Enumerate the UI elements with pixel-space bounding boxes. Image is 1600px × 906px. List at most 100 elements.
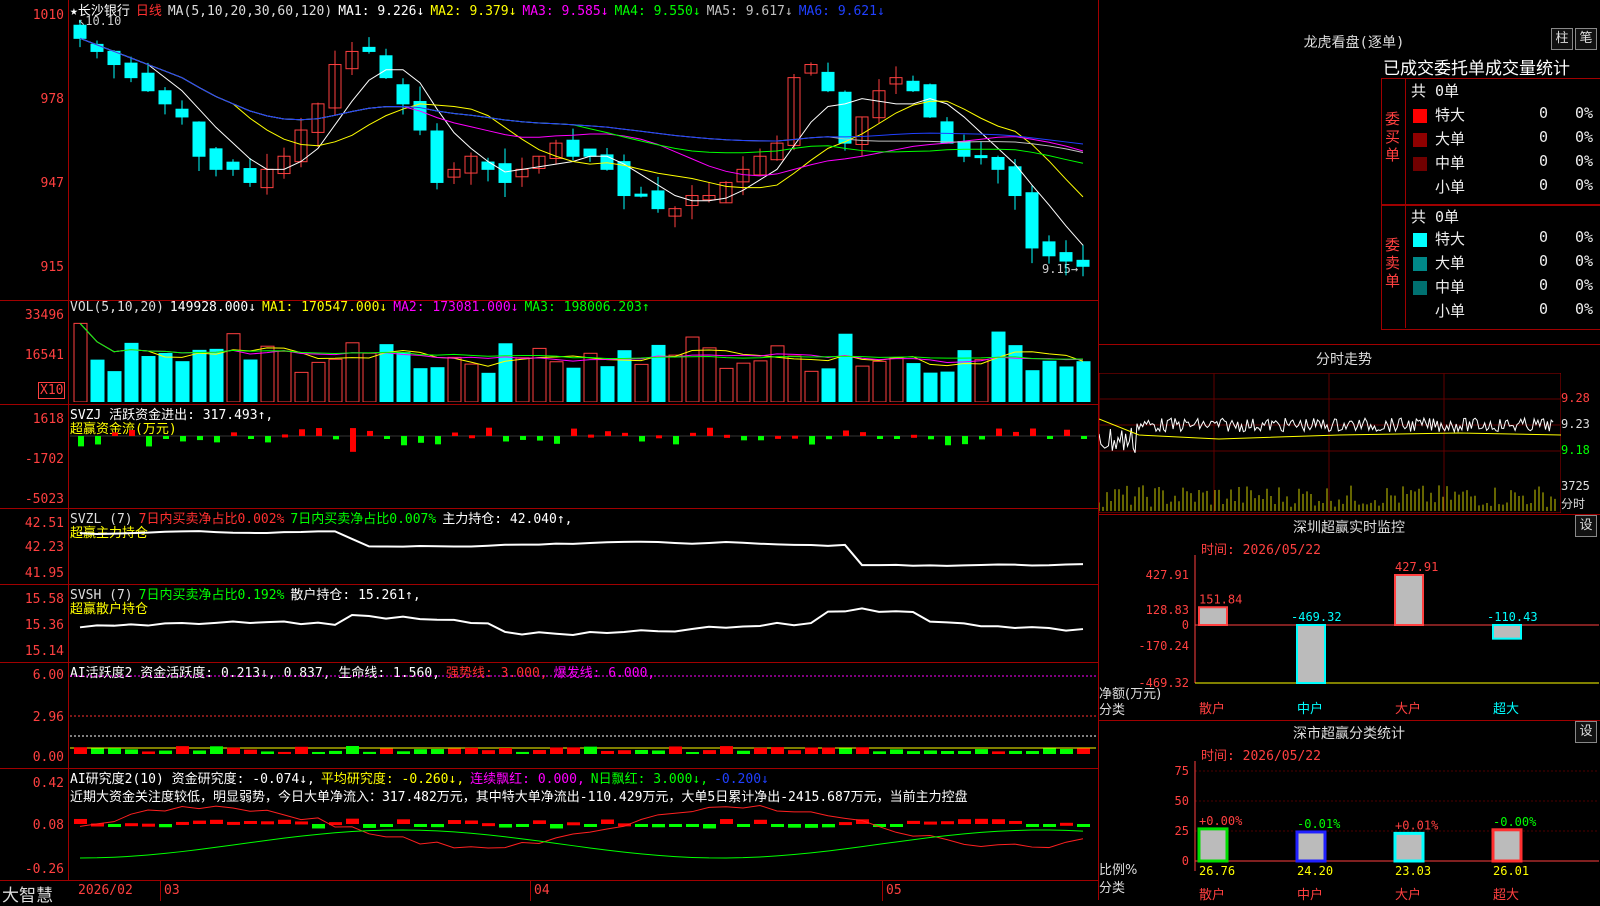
vol-value: 149928.000↓ [169, 300, 257, 315]
research-bar [992, 819, 1005, 824]
svzj-bar [656, 435, 662, 439]
volume-bar [498, 343, 513, 402]
activity-bar [210, 746, 223, 754]
candle-body [362, 46, 376, 52]
date-1: 2026/02 [78, 883, 133, 898]
ai-research-pane[interactable]: 0.42 0.08 -0.26 AI研究度2(10) 资金研究度: -0.074… [0, 768, 1098, 881]
period-label[interactable]: 日线 [136, 4, 162, 19]
buy-row-v: 0 [1539, 128, 1549, 146]
classify-axis-label: 25 [1175, 824, 1189, 838]
svzj-bar [537, 436, 543, 441]
activity-bar [482, 750, 495, 754]
svzj-bar [554, 436, 560, 444]
intraday-axis-2: 9.23 [1561, 417, 1590, 431]
buy-row-p: 0% [1575, 128, 1594, 146]
volume-chart [73, 322, 1091, 402]
buy-total: 共 0单 [1411, 82, 1460, 100]
monitor-bar-label: -110.43 [1487, 610, 1538, 624]
volume-bar [702, 347, 717, 402]
svzj-bar [333, 436, 339, 440]
svzj-bar [282, 434, 288, 438]
monitor-settings-button[interactable]: 设 [1575, 515, 1597, 537]
date-3: 04 [534, 883, 550, 898]
svzj-axis-3: -5023 [24, 492, 64, 507]
activity-bar [499, 748, 512, 754]
date-bar: 大智慧 2026/02 03 04 05 [0, 880, 1098, 906]
svzj-bar [486, 427, 492, 436]
kline-pane[interactable]: 1010 978 947 915 ★长沙银行 日线 MA(5,10,20,30,60… [0, 0, 1098, 301]
svzl-axis-2: 42.23 [24, 540, 64, 555]
intraday-panel[interactable]: 分时走势 9.28 9.23 9.18 3725 分时 [1099, 344, 1600, 515]
activity-bar [465, 747, 478, 754]
activity-bar [652, 750, 665, 754]
research-bar [1026, 824, 1039, 827]
buy-row-color-swatch [1413, 133, 1427, 147]
svzj-bar [435, 436, 441, 445]
sell-row-p: 0% [1575, 252, 1594, 270]
svzl-pane[interactable]: 42.51 42.23 41.95 SVZL (7) 7日内买卖净占比0.002%… [0, 508, 1098, 585]
activity-bar [329, 750, 342, 754]
monitor-axis-label: -170.24 [1138, 639, 1189, 653]
volume-bar [940, 371, 955, 402]
sell-row-name: 小单 [1435, 302, 1466, 320]
svzj-bar [78, 436, 84, 447]
activity-bar [193, 750, 206, 754]
classify-panel[interactable]: 深市超赢分类统计 设 时间: 2026/05/22 比例% 分类 75 50 25 0… [1099, 720, 1600, 901]
svzj-pane[interactable]: 1618 -1702 -5023 SVZJ 活跃资金进出: 317.493↑, … [0, 404, 1098, 509]
classify-settings-button[interactable]: 设 [1575, 721, 1597, 743]
monitor-panel[interactable]: 深圳超赢实时监控 设 时间: 2026/05/22 净额(万元) 分类 427.… [1099, 514, 1600, 721]
svzj-bar [962, 436, 968, 445]
classify-title: 深市超赢分类统计 [1293, 726, 1405, 742]
column-view-button[interactable]: 柱 [1551, 28, 1573, 50]
longhu-title: 龙虎看盘(逐单) [1303, 35, 1405, 51]
sell-total: 共 0单 [1411, 208, 1460, 226]
activity-bar [584, 746, 597, 754]
monitor-bar-label: -469.32 [1291, 610, 1342, 624]
activity-bar [992, 751, 1005, 754]
ai-activity-pane[interactable]: 6.00 2.96 0.00 AI活跃度2 资金活跃度: 0.213↓, 0.8… [0, 662, 1098, 769]
tick-view-button[interactable]: 笔 [1575, 28, 1597, 50]
volume-bar [226, 333, 241, 402]
svzj-bar [197, 436, 203, 441]
svzl-axis-3: 41.95 [24, 566, 64, 581]
activity-bar [261, 751, 274, 754]
svzj-bar [775, 435, 781, 439]
research-bar [210, 819, 223, 824]
svzj-bar [690, 432, 696, 436]
research-bar [312, 824, 325, 829]
research-bar [108, 824, 121, 828]
candle-body [396, 84, 410, 105]
candle-body [226, 161, 240, 170]
activity-bar [414, 749, 427, 754]
research-bar [924, 821, 937, 825]
volume-pane[interactable]: 33496 16541 X10 VOL(5,10,20) 149928.000↓ M… [0, 300, 1098, 405]
svzj-bar [163, 436, 169, 439]
svzj-bar [571, 428, 577, 436]
volume-bar [583, 352, 598, 402]
monitor-bar-label: 427.91 [1395, 560, 1438, 574]
ma-4-value: MA4: 9.550↓ [614, 4, 701, 19]
research-bar [431, 824, 444, 828]
monitor-category: 超大 [1493, 702, 1519, 717]
svzj-bar [299, 429, 305, 436]
candle-body [379, 55, 393, 79]
svzj-bar [724, 434, 730, 438]
research-bar [363, 824, 376, 828]
activity-bar [941, 751, 954, 754]
sell-row-p: 0% [1575, 276, 1594, 294]
research-bar [125, 823, 138, 827]
volume-bar [243, 359, 258, 402]
intraday-vol-label: 分时 [1561, 497, 1586, 511]
volume-bar [430, 367, 445, 402]
sell-label: 委卖单 [1385, 236, 1401, 290]
activity-bar [975, 749, 988, 754]
activity-bar [176, 746, 189, 754]
activity-bar [91, 748, 104, 754]
svsh-pane[interactable]: 15.58 15.36 15.14 SVSH (7) 7日内买卖净占比0.192%… [0, 584, 1098, 663]
activity-bar [788, 750, 801, 754]
activity-bar [907, 751, 920, 754]
activity-bar [669, 746, 682, 754]
svzj-bar [843, 430, 849, 436]
svzj-bar [180, 436, 186, 442]
research-bar [193, 820, 206, 824]
